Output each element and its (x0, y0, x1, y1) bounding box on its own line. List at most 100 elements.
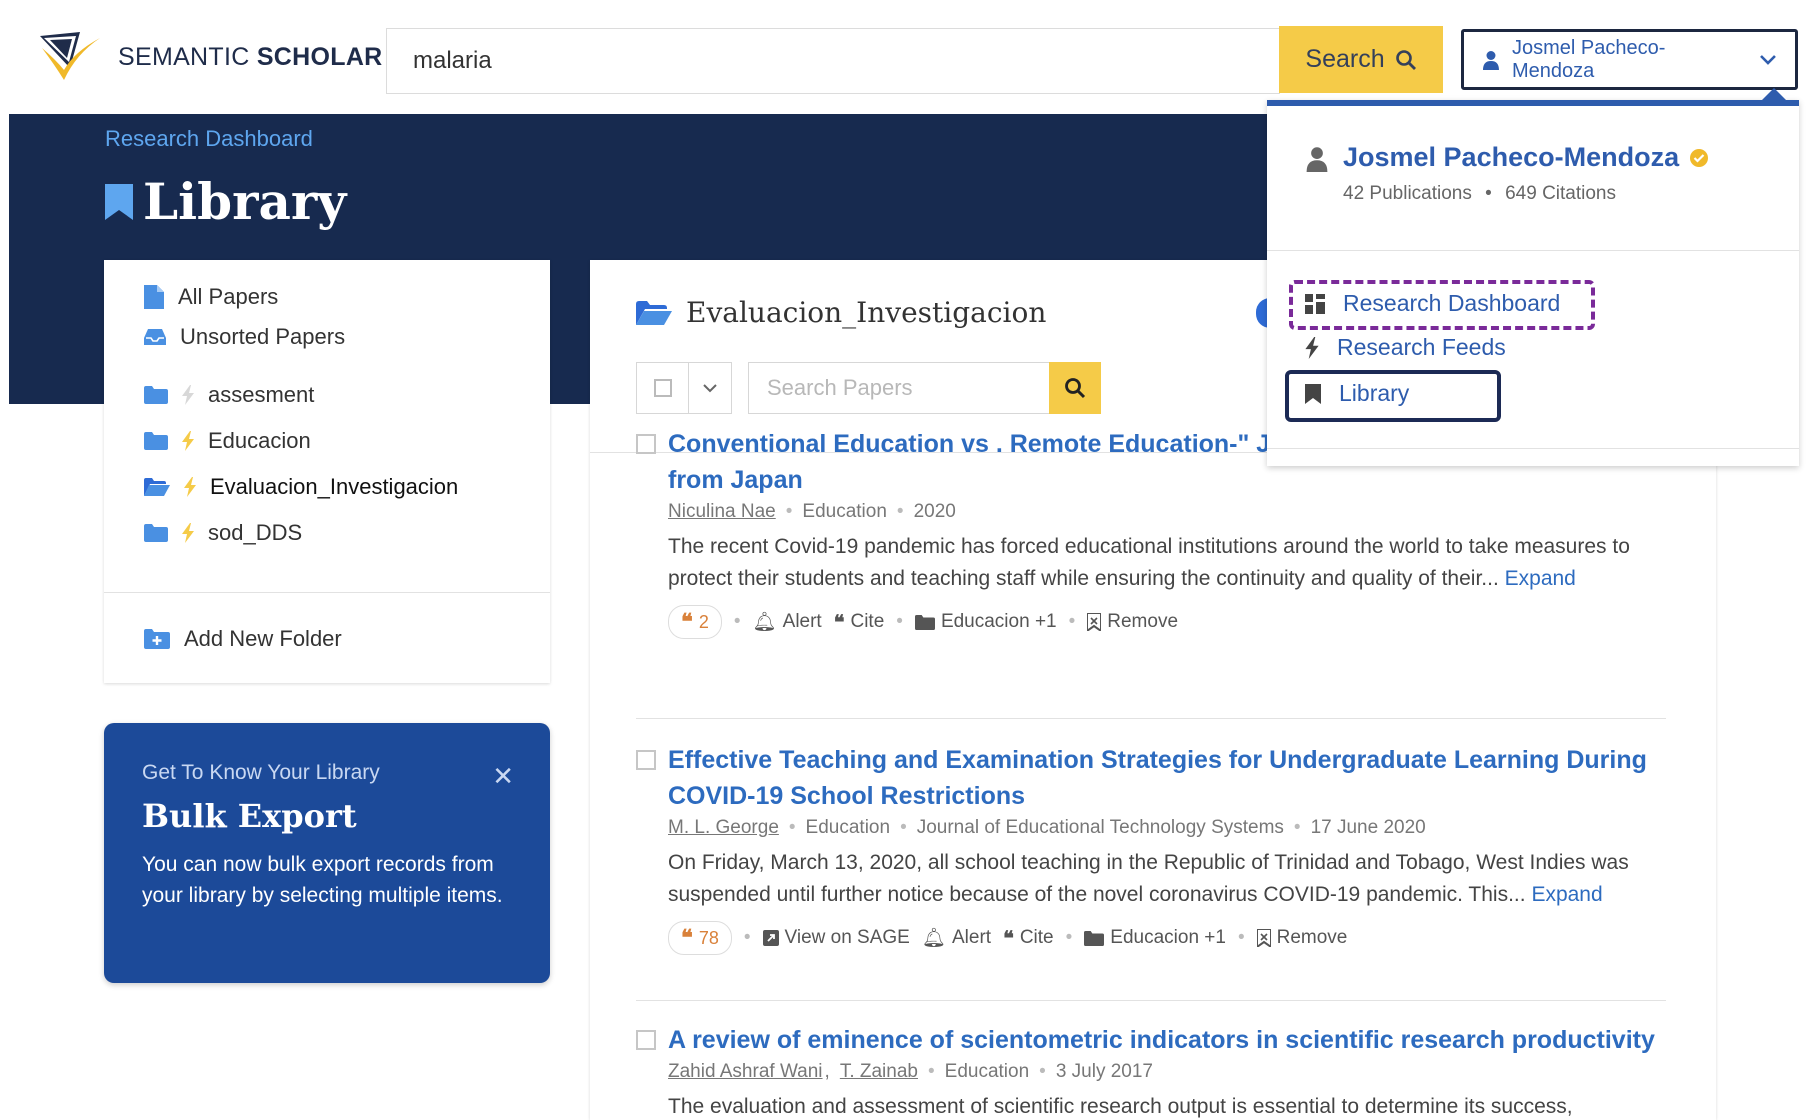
citation-count: 2 (698, 611, 709, 632)
feed-bolt-icon (182, 523, 194, 543)
folders-button[interactable]: Educacion +1 (914, 611, 1057, 633)
paper-abstract: On Friday, March 13, 2020, all school te… (668, 847, 1666, 911)
bulk-select-control[interactable] (636, 362, 732, 414)
feed-bolt-icon (184, 477, 196, 497)
bulk-export-promo: Get To Know Your Library Bulk Export You… (104, 723, 550, 983)
dropdown-profile: Josmel Pacheco-Mendoza 42 Publications •… (1305, 142, 1709, 205)
abstract-text: On Friday, March 13, 2020, all school te… (668, 851, 1629, 906)
paper-checkbox[interactable] (636, 434, 656, 454)
search-icon (1065, 378, 1086, 399)
add-folder-label: Add New Folder (184, 626, 342, 651)
view-label: View on SAGE (784, 927, 910, 948)
feed-bolt-icon (182, 431, 194, 451)
logo-text: SEMANTIC SCHOLAR (118, 42, 383, 71)
paper-checkbox[interactable] (636, 1030, 656, 1050)
paper-actions: ❝ 2 • 🔔︎ Alert ❝ Cite • Educacion +1 • Rem… (668, 605, 1666, 639)
bookmark-remove-icon (1087, 613, 1102, 631)
paper-title[interactable]: Effective Teaching and Examination Strat… (668, 742, 1666, 814)
select-all-checkbox[interactable] (637, 363, 689, 413)
menu-item-research-dashboard[interactable]: Research Dashboard (1305, 290, 1560, 317)
sidebar-folder-sod-dds[interactable]: sod_DDS (144, 520, 302, 546)
profile-name-link[interactable]: Josmel Pacheco-Mendoza (1343, 142, 1709, 173)
breadcrumb[interactable]: Research Dashboard (105, 126, 313, 152)
paper-meta: M. L. George • Education • Journal of Ed… (668, 817, 1426, 839)
sidebar-item-all-papers[interactable]: All Papers (144, 284, 278, 310)
paper-search-input[interactable] (749, 363, 1049, 413)
quote-icon: ❝ (833, 611, 845, 634)
bookmark-icon (105, 183, 133, 220)
menu-item-label: Research Feeds (1337, 334, 1506, 360)
folders-button[interactable]: Educacion +1 (1084, 927, 1226, 949)
folder-open-icon (144, 478, 170, 496)
abstract-text: The evaluation and assessment of scienti… (668, 1095, 1573, 1118)
search-button[interactable]: Search (1279, 26, 1443, 93)
dropdown-divider (1267, 448, 1799, 449)
paper-item-3: A review of eminence of scientometric in… (636, 1022, 1666, 1120)
search-field[interactable] (386, 28, 1280, 94)
cite-button[interactable]: ❝ Cite (1003, 926, 1054, 951)
semantic-scholar-logo[interactable]: SEMANTIC SCHOLAR (36, 30, 383, 84)
folders-label: Educacion +1 (940, 611, 1057, 632)
paper-field: Education (805, 817, 891, 838)
citation-count-badge[interactable]: ❝ 2 (668, 605, 722, 639)
close-icon[interactable]: ✕ (492, 761, 514, 792)
paper-date: 17 June 2020 (1310, 817, 1426, 838)
author-link[interactable]: Zahid Ashraf Wani (668, 1061, 823, 1083)
sidebar-item-unsorted-papers[interactable]: Unsorted Papers (144, 324, 345, 350)
alert-button[interactable]: 🔔︎ Alert (753, 610, 822, 634)
search-icon (1395, 49, 1416, 70)
paper-field: Education (944, 1061, 1030, 1082)
paper-date: 3 July 2017 (1055, 1061, 1153, 1082)
verified-badge-icon (1690, 148, 1709, 167)
sidebar-folder-educacion[interactable]: Educacion (144, 428, 311, 454)
paper-date: 2020 (913, 501, 956, 522)
menu-item-library[interactable]: Library (1305, 380, 1409, 407)
paper-abstract: The recent Covid-19 pandemic has forced … (668, 531, 1666, 595)
view-on-sage-link[interactable]: View on SAGE (762, 927, 910, 949)
feed-bolt-icon (182, 385, 194, 405)
citation-count-badge[interactable]: ❝ 78 (668, 921, 732, 955)
menu-item-label: Library (1339, 380, 1410, 406)
expand-link[interactable]: Expand (1531, 883, 1602, 906)
dropdown-caret (1762, 88, 1786, 100)
author-link[interactable]: T. Zainab (840, 1061, 918, 1083)
paper-title[interactable]: A review of eminence of scientometric in… (668, 1022, 1666, 1058)
paper-search-button[interactable] (1049, 362, 1101, 414)
paper-meta: Niculina Nae • Education • 2020 (668, 501, 956, 523)
external-link-icon (762, 930, 779, 946)
author-link[interactable]: M. L. George (668, 817, 779, 839)
sidebar-folder-evaluacion-investigacion[interactable]: Evaluacion_Investigacion (144, 474, 458, 500)
remove-button[interactable]: Remove (1087, 611, 1178, 633)
folder-icon (914, 614, 935, 630)
expand-link[interactable]: Expand (1505, 567, 1576, 590)
alert-label: Alert (782, 611, 822, 632)
quote-icon: ❝ (681, 609, 693, 634)
chevron-down-icon[interactable] (689, 363, 731, 413)
sidebar-folder-assesment[interactable]: assesment (144, 382, 314, 408)
paper-checkbox[interactable] (636, 750, 656, 770)
add-new-folder-button[interactable]: Add New Folder (144, 626, 342, 652)
folder-icon (144, 432, 168, 450)
page-title-text: Library (143, 172, 347, 231)
dropdown-topbar (1267, 100, 1799, 106)
dropdown-divider (1267, 250, 1799, 251)
promo-kicker: Get To Know Your Library (142, 761, 380, 784)
alert-button[interactable]: 🔔︎ Alert (922, 926, 991, 950)
search-input[interactable] (387, 29, 1280, 93)
folder-title-text: Evaluacion_Investigacion (686, 296, 1047, 329)
sidebar-divider (104, 592, 550, 593)
user-menu-button[interactable]: Josmel Pacheco-Mendoza (1461, 29, 1798, 90)
folder-plus-icon (144, 629, 170, 649)
menu-item-research-feeds[interactable]: Research Feeds (1305, 334, 1506, 361)
paper-actions: ❝ 78 • View on SAGE 🔔︎ Alert ❝ Cite • Educ… (668, 921, 1666, 955)
top-header: SEMANTIC SCHOLAR Search Josmel Pacheco-M… (0, 0, 1810, 114)
cite-button[interactable]: ❝ Cite (834, 610, 885, 635)
remove-label: Remove (1276, 927, 1348, 948)
author-link[interactable]: Niculina Nae (668, 501, 776, 523)
remove-label: Remove (1107, 611, 1179, 632)
folders-label: Educacion +1 (1110, 927, 1226, 948)
remove-button[interactable]: Remove (1256, 927, 1348, 949)
paper-search-field[interactable] (748, 362, 1050, 414)
user-icon (1482, 50, 1499, 70)
dashboard-icon (1305, 293, 1325, 314)
